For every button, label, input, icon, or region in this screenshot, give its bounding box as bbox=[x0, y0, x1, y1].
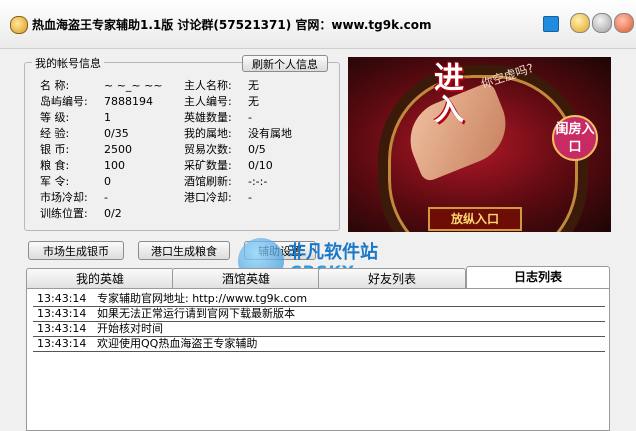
info-row-master-id: 主人编号: 无 bbox=[184, 94, 334, 109]
info-label: 银 币: bbox=[40, 143, 70, 156]
log-time: 13:43:14 bbox=[37, 292, 87, 305]
log-message: 专家辅助官网地址: http://www.tg9k.com bbox=[97, 292, 308, 305]
info-label: 市场冷却: bbox=[40, 191, 88, 204]
info-value: 7888194 bbox=[104, 95, 153, 108]
info-row-experience: 经 验: 0/35 bbox=[40, 126, 180, 141]
info-label: 主人名称: bbox=[184, 79, 232, 92]
info-label: 主人编号: bbox=[184, 95, 232, 108]
account-info-legend: 我的帐号信息 bbox=[32, 55, 104, 71]
info-value: 无 bbox=[248, 95, 259, 108]
info-label: 岛屿编号: bbox=[40, 95, 88, 108]
info-value: ~ ~_~ ~~ bbox=[104, 79, 163, 92]
info-value: 0/10 bbox=[248, 159, 273, 172]
maximize-button[interactable] bbox=[592, 13, 612, 33]
close-button[interactable] bbox=[614, 13, 634, 33]
info-label: 粮 食: bbox=[40, 159, 70, 172]
info-label: 英雄数量: bbox=[184, 111, 232, 124]
info-row-territory: 我的属地: 没有属地 bbox=[184, 126, 334, 141]
info-label: 训练位置: bbox=[40, 207, 88, 220]
info-value: - bbox=[248, 111, 252, 124]
info-row-silver: 银 币: 2500 bbox=[40, 142, 180, 157]
app-icon bbox=[10, 16, 28, 34]
log-message: 如果无法正常运行请到官网下载最新版本 bbox=[97, 307, 295, 320]
info-row-master-name: 主人名称: 无 bbox=[184, 78, 334, 93]
log-panel[interactable]: 13:43:14 专家辅助官网地址: http://www.tg9k.com 1… bbox=[26, 288, 610, 431]
info-label: 贸易次数: bbox=[184, 143, 232, 156]
info-row-orders: 军 令: 0 bbox=[40, 174, 180, 189]
game-advert[interactable]: 进入 你空虚吗? 闺房入口 放纵入口 bbox=[348, 57, 611, 232]
info-label: 港口冷却: bbox=[184, 191, 232, 204]
info-row-training-slots: 训练位置: 0/2 bbox=[40, 206, 180, 221]
info-row-mining-count: 采矿数量: 0/10 bbox=[184, 158, 334, 173]
info-row-port-cooldown: 港口冷却: - bbox=[184, 190, 334, 205]
info-value: 1 bbox=[104, 111, 111, 124]
tab-log-list[interactable]: 日志列表 bbox=[466, 266, 610, 289]
info-row-level: 等 级: 1 bbox=[40, 110, 180, 125]
log-row[interactable]: 13:43:14 开始核对时间 bbox=[33, 322, 605, 337]
info-label: 采矿数量: bbox=[184, 159, 232, 172]
advert-side-badge[interactable]: 闺房入口 bbox=[552, 115, 598, 161]
info-row-tavern-refresh: 酒馆刷新: -:-:- bbox=[184, 174, 334, 189]
refresh-info-button[interactable]: 刷新个人信息 bbox=[242, 55, 328, 72]
info-value: 无 bbox=[248, 79, 259, 92]
info-row-hero-count: 英雄数量: - bbox=[184, 110, 334, 125]
advert-enter-button[interactable]: 放纵入口 bbox=[428, 207, 522, 231]
log-row[interactable]: 13:43:14 如果无法正常运行请到官网下载最新版本 bbox=[33, 307, 605, 322]
info-row-trade-count: 贸易次数: 0/5 bbox=[184, 142, 334, 157]
log-message: 欢迎使用QQ热血海盗王专家辅助 bbox=[97, 337, 258, 350]
title-bar[interactable]: 热血海盗王专家辅助1.1版 讨论群(57521371) 官网：www.tg9k.… bbox=[0, 0, 636, 49]
info-value: 0/2 bbox=[104, 207, 122, 220]
tab-friend-list[interactable]: 好友列表 bbox=[318, 268, 466, 288]
minimize-button[interactable] bbox=[570, 13, 590, 33]
log-row[interactable]: 13:43:14 专家辅助官网地址: http://www.tg9k.com bbox=[33, 292, 605, 307]
watermark-name: 非凡软件站 bbox=[288, 242, 378, 263]
tab-tavern-heroes[interactable]: 酒馆英雄 bbox=[172, 268, 320, 288]
info-row-name: 名 称: ~ ~_~ ~~ bbox=[40, 78, 180, 93]
info-label: 酒馆刷新: bbox=[184, 175, 232, 188]
advert-title: 进入 bbox=[434, 61, 464, 128]
info-value: - bbox=[248, 191, 252, 204]
info-value: 0 bbox=[104, 175, 111, 188]
log-time: 13:43:14 bbox=[37, 337, 87, 350]
info-row-market-cooldown: 市场冷却: - bbox=[40, 190, 180, 205]
info-value: 没有属地 bbox=[248, 127, 292, 140]
skin-icon[interactable] bbox=[543, 16, 559, 32]
info-value: 2500 bbox=[104, 143, 132, 156]
info-label: 军 令: bbox=[40, 175, 70, 188]
log-row[interactable]: 13:43:14 欢迎使用QQ热血海盗王专家辅助 bbox=[33, 337, 605, 352]
info-label: 名 称: bbox=[40, 79, 70, 92]
info-label: 等 级: bbox=[40, 111, 70, 124]
window-title: 热血海盗王专家辅助1.1版 讨论群(57521371) 官网：www.tg9k.… bbox=[32, 18, 432, 32]
info-row-island-id: 岛屿编号: 7888194 bbox=[40, 94, 180, 109]
tab-my-heroes[interactable]: 我的英雄 bbox=[26, 268, 174, 288]
log-time: 13:43:14 bbox=[37, 322, 87, 335]
info-value: 100 bbox=[104, 159, 125, 172]
info-label: 我的属地: bbox=[184, 127, 232, 140]
info-value: - bbox=[104, 191, 108, 204]
market-generate-silver-button[interactable]: 市场生成银币 bbox=[28, 241, 124, 260]
info-label: 经 验: bbox=[40, 127, 70, 140]
info-value: 0/35 bbox=[104, 127, 129, 140]
log-message: 开始核对时间 bbox=[97, 322, 163, 335]
info-value: 0/5 bbox=[248, 143, 266, 156]
port-generate-food-button[interactable]: 港口生成粮食 bbox=[138, 241, 230, 260]
info-row-food: 粮 食: 100 bbox=[40, 158, 180, 173]
log-time: 13:43:14 bbox=[37, 307, 87, 320]
info-value: -:-:- bbox=[248, 175, 268, 188]
